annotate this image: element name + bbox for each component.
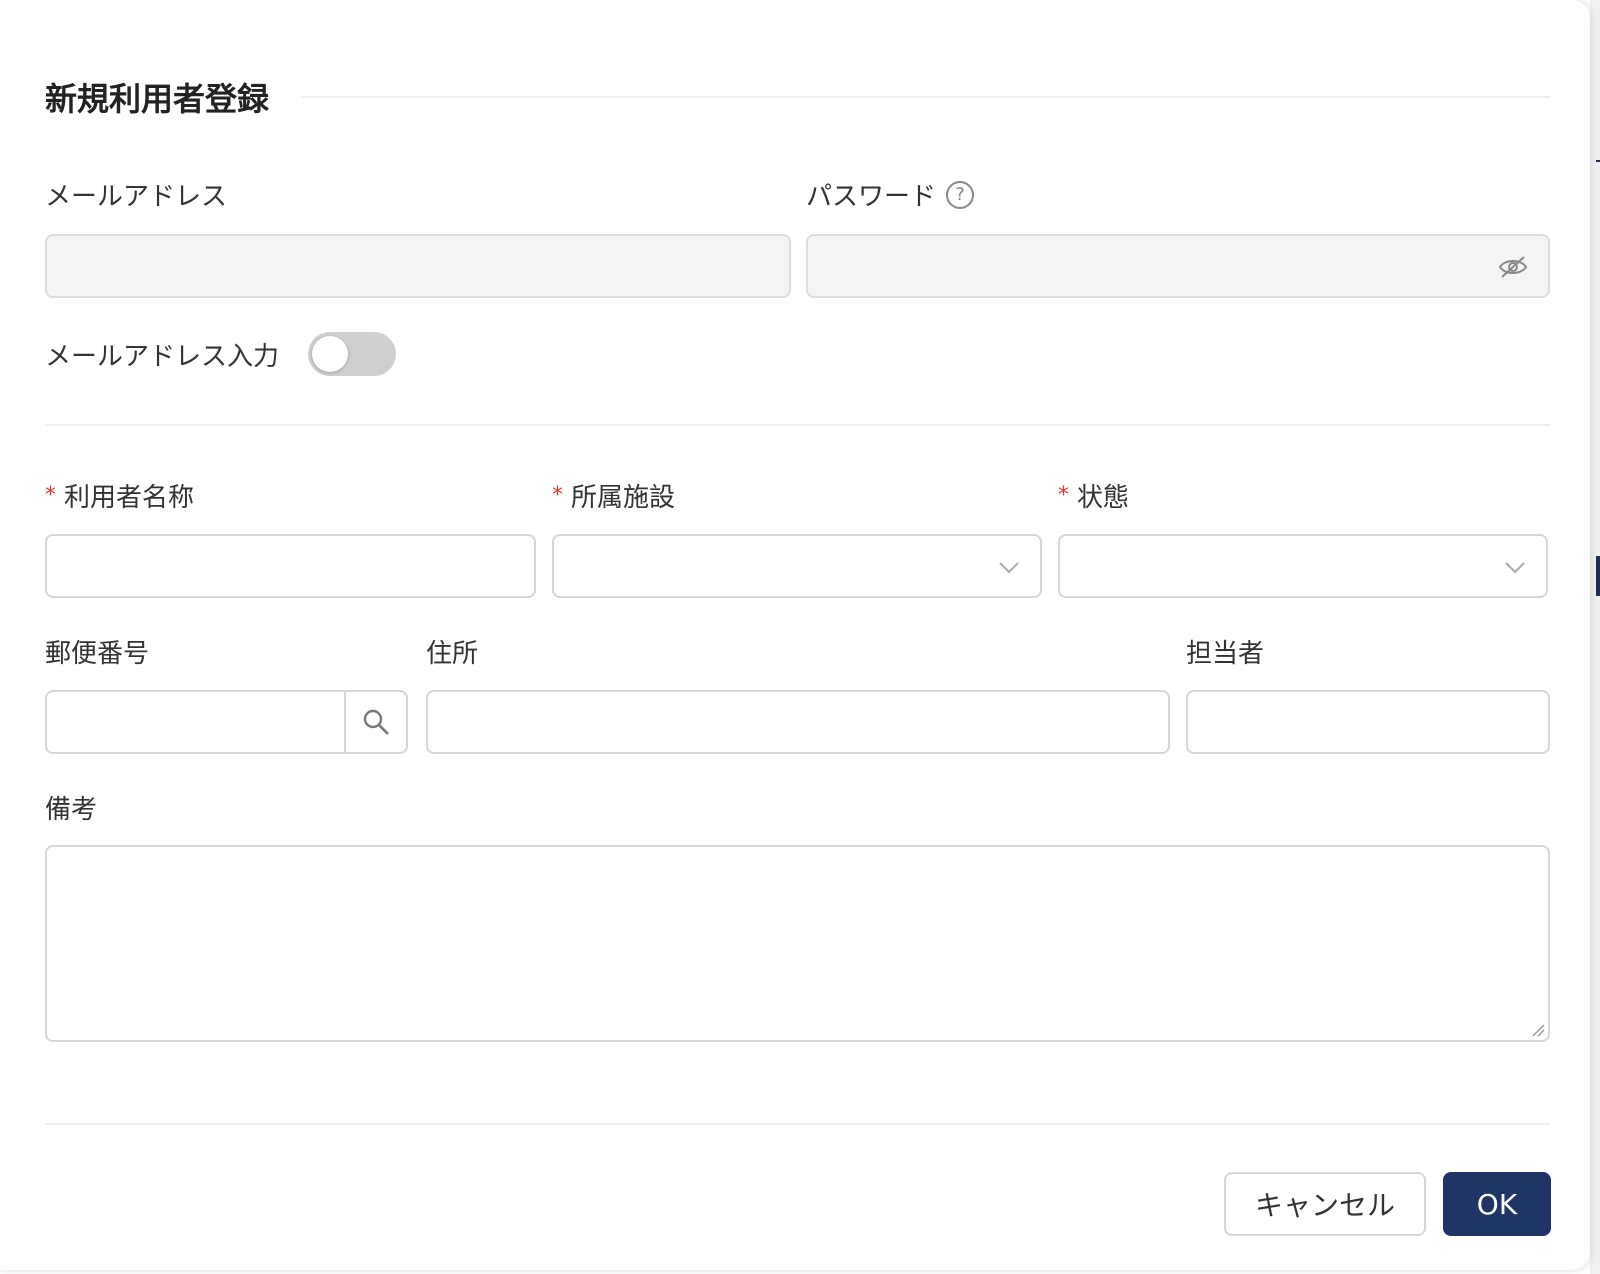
email-field[interactable] [45,234,791,298]
email-label-text: メールアドレス [45,182,228,212]
cancel-button[interactable]: キャンセル [1224,1172,1426,1236]
search-icon [363,709,389,735]
notes-label: 備考 [45,789,97,826]
notes-label-text: 備考 [45,795,98,825]
new-user-dialog: 新規利用者登録 メールアドレス パスワード ? メールアドレス入力 * 利用者名… [0,0,1590,1270]
chevron-down-icon [999,562,1019,574]
required-mark: * [552,483,563,508]
user-name-label: * 利用者名称 [45,477,194,514]
facility-select[interactable] [552,534,1042,598]
facility-label: * 所属施設 [552,477,675,514]
person-in-charge-field[interactable] [1186,690,1550,754]
eye-slash-icon[interactable] [1498,254,1528,280]
user-name-field[interactable] [45,534,536,598]
ok-button[interactable]: OK [1443,1172,1551,1236]
email-input-toggle-label-text: メールアドレス入力 [45,342,280,372]
chevron-down-icon [1505,562,1525,574]
email-input-toggle[interactable] [308,332,396,376]
address-label: 住所 [426,633,478,670]
status-label-text: 状態 [1077,483,1130,513]
question-circle-icon[interactable]: ? [946,180,975,209]
resize-grip-icon[interactable] [1529,1021,1545,1037]
postal-code-field[interactable] [45,690,408,754]
footer-divider [45,1123,1550,1125]
password-label: パスワード ? [806,176,975,213]
email-input-toggle-label: メールアドレス入力 [45,336,279,373]
required-mark: * [1058,483,1069,508]
dialog-header: 新規利用者登録 [45,72,1550,122]
toggle-knob [312,336,348,372]
person-in-charge-label-text: 担当者 [1186,639,1265,669]
user-name-label-text: 利用者名称 [64,483,195,513]
email-label: メールアドレス [45,176,227,213]
background-mark [1596,556,1600,596]
background-mark [1596,160,1600,162]
facility-label-text: 所属施設 [571,483,676,513]
postal-search-button[interactable] [344,692,406,752]
section-divider [45,424,1550,426]
address-label-text: 住所 [426,639,479,669]
status-select[interactable] [1058,534,1548,598]
title-divider [301,96,1550,98]
address-field[interactable] [426,690,1170,754]
person-in-charge-label: 担当者 [1186,633,1264,670]
password-field[interactable] [806,234,1550,298]
background-page-edge [1590,0,1600,1274]
postal-code-label: 郵便番号 [45,633,149,670]
password-label-text: パスワード [806,182,937,212]
dialog-title: 新規利用者登録 [45,80,270,118]
required-mark: * [45,483,56,508]
status-label: * 状態 [1058,477,1129,514]
notes-textarea[interactable] [45,845,1550,1042]
postal-code-label-text: 郵便番号 [45,639,150,669]
